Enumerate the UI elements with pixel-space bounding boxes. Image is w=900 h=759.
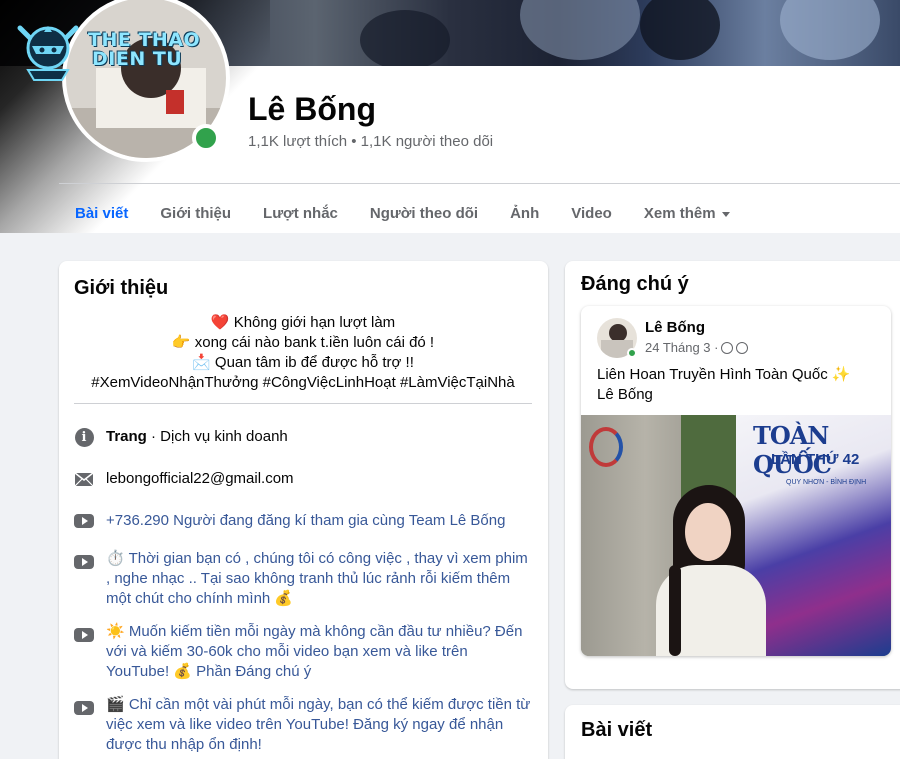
- tab-posts[interactable]: Bài viết: [59, 186, 144, 233]
- tab-label: Video: [571, 205, 612, 222]
- link-row: +736.290 Người đang đăng kí tham gia cùn…: [74, 511, 532, 531]
- watermark-logo: THE THAO DIEN TU: [14, 18, 200, 82]
- bio-line: #XemVideoNhậnThưởng #CôngViệcLinhHoạt #L…: [91, 374, 515, 391]
- avatar-shape: [166, 90, 184, 114]
- friends-audience-icon: [721, 341, 734, 354]
- link-row: ☀️ Muốn kiếm tiền mỗi ngày mà không cần …: [74, 622, 532, 682]
- photo-shape: [669, 565, 681, 656]
- cover-shape: [520, 0, 640, 60]
- tab-followers[interactable]: Người theo dõi: [354, 186, 494, 233]
- tab-mentions[interactable]: Lượt nhắc: [247, 186, 354, 233]
- youtube-icon-glyph: [74, 555, 94, 569]
- link-row: ⏱️ Thời gian bạn có , chúng tôi có công …: [74, 549, 532, 609]
- youtube-icon-glyph: [74, 628, 94, 642]
- bio-line: ❤️ Không giới hạn lượt làm: [210, 314, 396, 331]
- intro-card: Giới thiệu ❤️ Không giới hạn lượt làm 👉 …: [59, 261, 548, 759]
- tab-label: Bài viết: [75, 205, 129, 222]
- photo-banner-text: LẦN THỨ 42: [771, 451, 860, 468]
- profile-tabs: Bài viết Giới thiệu Lượt nhắc Người theo…: [59, 186, 746, 233]
- photo-shape: [685, 503, 731, 561]
- page-title[interactable]: Lê Bống: [248, 91, 376, 128]
- divider: [74, 403, 532, 404]
- envelope-icon-svg: [74, 471, 94, 486]
- photo-banner-text: TOÀN QUỐC: [753, 421, 832, 479]
- email-text[interactable]: lebongofficial22@gmail.com: [106, 469, 294, 489]
- cover-shape: [780, 0, 880, 60]
- info-icon-glyph: i: [74, 427, 94, 447]
- tab-about[interactable]: Giới thiệu: [144, 186, 247, 233]
- online-status-dot: [627, 348, 637, 358]
- profile-header: THE THAO DIEN TU Lê Bống 1,1K lượt thích…: [0, 0, 900, 233]
- page-stats[interactable]: 1,1K lượt thích • 1,1K người theo dõi: [248, 133, 493, 150]
- youtube-link[interactable]: 🎬 Chỉ cần một vài phút mỗi ngày, bạn có …: [106, 695, 532, 755]
- cover-shape: [640, 0, 720, 60]
- youtube-icon: [74, 625, 94, 645]
- bio-line: 👉 xong cái nào bank t.iền luôn cái đó !: [171, 334, 435, 351]
- youtube-link[interactable]: +736.290 Người đang đăng kí tham gia cùn…: [106, 511, 505, 531]
- bio: ❤️ Không giới hạn lượt làm 👉 xong cái nà…: [74, 313, 532, 393]
- globe-icon: [736, 341, 749, 354]
- youtube-link[interactable]: ☀️ Muốn kiếm tiền mỗi ngày mà không cần …: [106, 622, 532, 682]
- posts-card: Bài viết: [565, 705, 900, 759]
- tab-label: Lượt nhắc: [263, 205, 338, 222]
- youtube-icon: [74, 698, 94, 718]
- photo-banner-text: QUY NHƠN - BÌNH ĐỊNH: [786, 479, 867, 486]
- notable-card: Đáng chú ý Lê Bống 24 Tháng 3 · Liên Hoa…: [565, 261, 900, 689]
- envelope-icon: [74, 469, 94, 489]
- post-text-line: Liên Hoan Truyền Hình Toàn Quốc ✨: [597, 366, 851, 383]
- youtube-icon: [74, 552, 94, 572]
- tab-label: Giới thiệu: [160, 205, 232, 222]
- post-date[interactable]: 24 Tháng 3 ·: [645, 340, 718, 355]
- post-text: Liên Hoan Truyền Hình Toàn Quốc ✨ Lê Bốn…: [597, 365, 877, 405]
- tab-label: Người theo dõi: [369, 205, 479, 222]
- featured-post[interactable]: Lê Bống 24 Tháng 3 · Liên Hoan Truyền Hì…: [581, 306, 891, 656]
- watermark-line-2: DIEN TU: [92, 48, 183, 70]
- youtube-icon-glyph: [74, 514, 94, 528]
- ninja-mascot-icon: [17, 25, 79, 81]
- tab-photos[interactable]: Ảnh: [494, 186, 555, 233]
- info-icon: i: [74, 427, 94, 447]
- post-author[interactable]: Lê Bống: [645, 319, 705, 336]
- category-detail: · Dịch vụ kinh doanh: [146, 428, 288, 445]
- category-text: Trang · Dịch vụ kinh doanh: [106, 427, 288, 447]
- email-row: lebongofficial22@gmail.com: [74, 469, 532, 489]
- tab-more[interactable]: Xem thêm: [628, 186, 746, 233]
- tab-videos[interactable]: Video: [555, 186, 628, 233]
- notable-title: Đáng chú ý: [581, 273, 689, 295]
- bio-line: 📩 Quan tâm ib để được hỗ trợ !!: [192, 354, 414, 371]
- festival-logo-icon: [589, 427, 623, 467]
- post-text-line: Lê Bống: [597, 386, 653, 403]
- post-photo[interactable]: TOÀN QUỐC LẦN THỨ 42 QUY NHƠN - BÌNH ĐỊN…: [581, 415, 891, 656]
- header-divider: [59, 183, 900, 184]
- youtube-link[interactable]: ⏱️ Thời gian bạn có , chúng tôi có công …: [106, 549, 532, 609]
- cover-shape: [360, 10, 450, 66]
- online-status-dot: [192, 124, 220, 152]
- posts-title: Bài viết: [581, 719, 653, 741]
- intro-title: Giới thiệu: [74, 277, 169, 299]
- watermark-text: THE THAO DIEN TU: [88, 31, 200, 69]
- youtube-icon: [74, 511, 94, 531]
- caret-down-icon: [721, 211, 730, 217]
- post-meta: 24 Tháng 3 ·: [645, 340, 749, 355]
- link-row: 🎬 Chỉ cần một vài phút mỗi ngày, bạn có …: [74, 695, 532, 755]
- category-row: i Trang · Dịch vụ kinh doanh: [74, 427, 532, 447]
- category-type: Trang: [106, 428, 147, 445]
- tab-label: Ảnh: [510, 205, 540, 222]
- tab-label: Xem thêm: [643, 205, 716, 222]
- youtube-icon-glyph: [74, 701, 94, 715]
